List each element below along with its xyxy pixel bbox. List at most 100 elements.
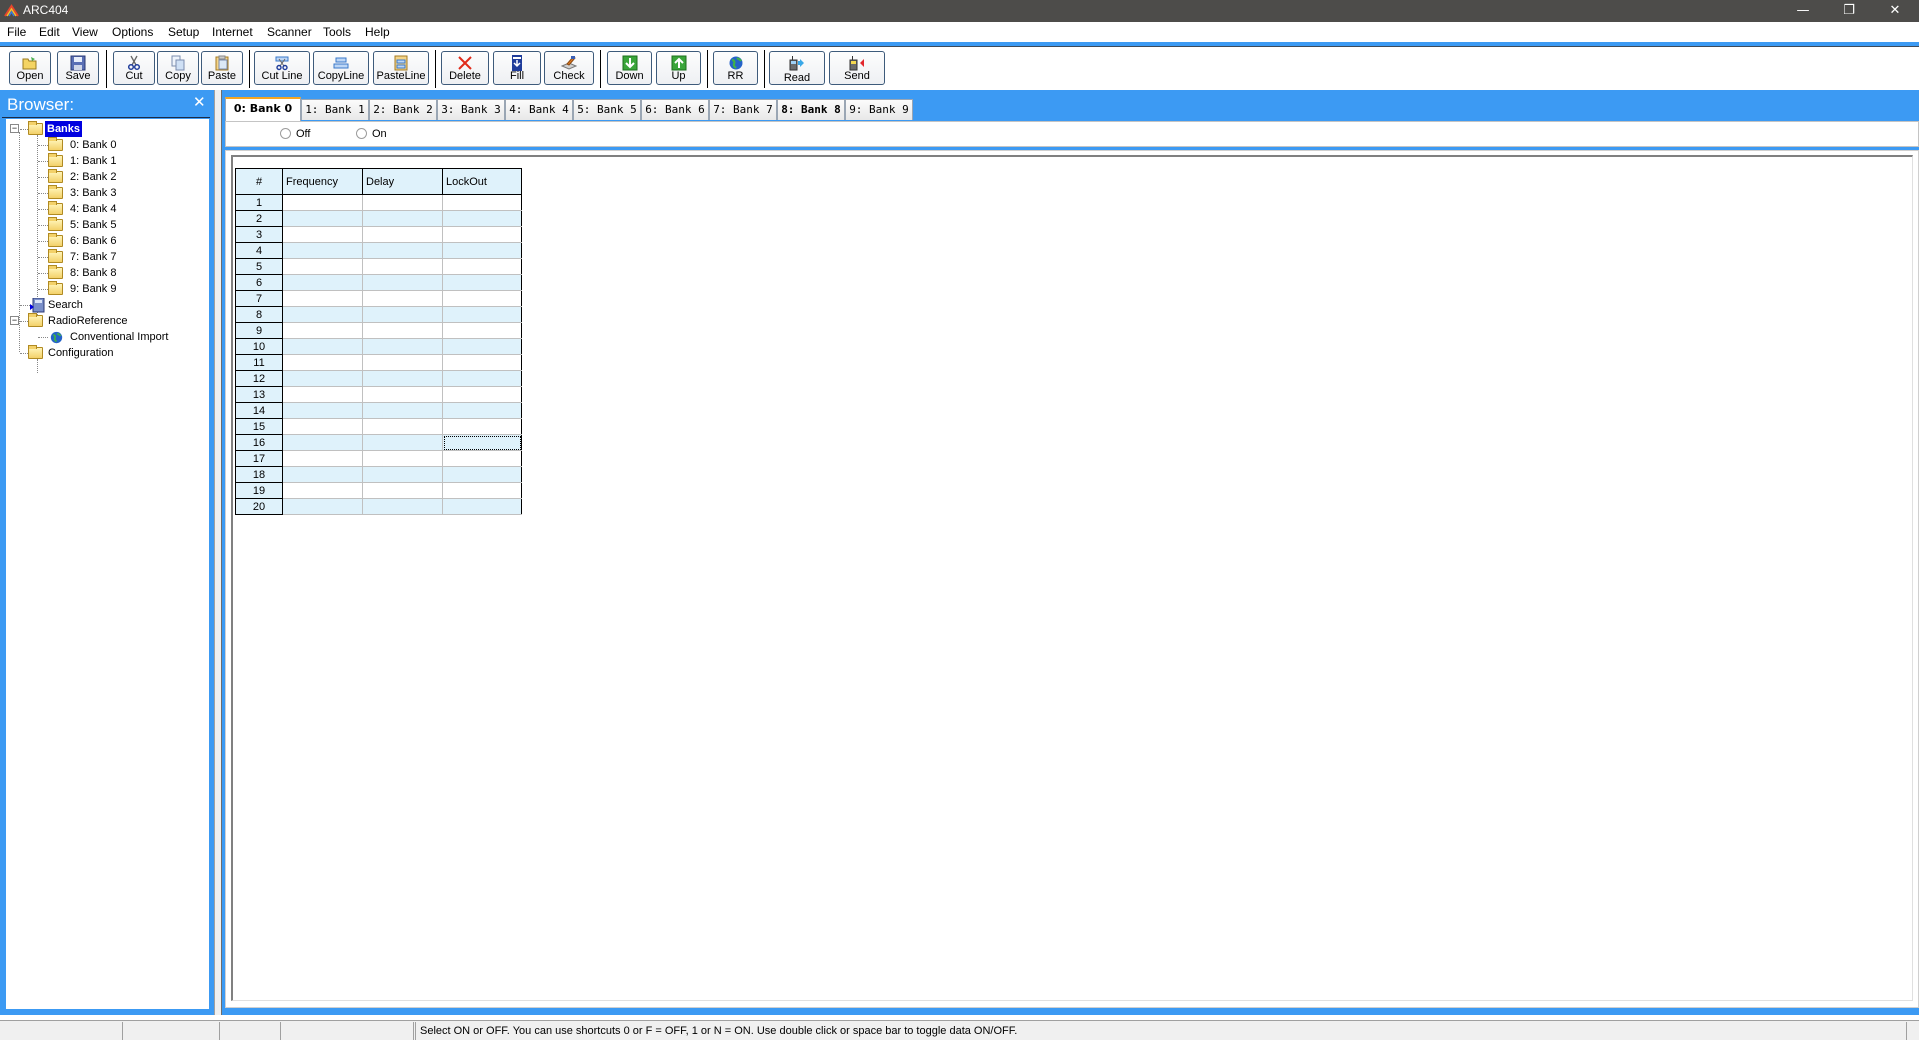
- cell-delay[interactable]: [362, 466, 443, 483]
- cell-delay[interactable]: [362, 290, 443, 307]
- browser-close-icon[interactable]: ✕: [193, 93, 206, 111]
- table-row[interactable]: 2: [235, 210, 522, 227]
- column-header-lockout[interactable]: LockOut: [442, 168, 522, 195]
- cell-lockout[interactable]: [442, 370, 522, 387]
- cell-lockout[interactable]: [442, 434, 522, 451]
- radio-off[interactable]: Off: [280, 128, 310, 140]
- cell-frequency[interactable]: [282, 370, 363, 387]
- cell-delay[interactable]: [362, 482, 443, 499]
- row-number[interactable]: 10: [235, 338, 283, 355]
- table-row[interactable]: 6: [235, 274, 522, 291]
- collapse-icon[interactable]: −: [10, 316, 19, 325]
- cell-lockout[interactable]: [442, 210, 522, 227]
- delete-button[interactable]: Delete: [441, 51, 489, 85]
- cell-frequency[interactable]: [282, 306, 363, 323]
- tab-bank-2[interactable]: 2: Bank 2: [369, 99, 437, 120]
- copy-line-button[interactable]: CopyLine: [313, 51, 369, 85]
- row-number[interactable]: 8: [235, 306, 283, 323]
- table-row[interactable]: 5: [235, 258, 522, 275]
- cell-frequency[interactable]: [282, 338, 363, 355]
- up-button[interactable]: Up: [656, 51, 701, 85]
- cell-delay[interactable]: [362, 450, 443, 467]
- cut-button[interactable]: Cut: [113, 51, 155, 85]
- cell-lockout[interactable]: [442, 274, 522, 291]
- tab-bank-1[interactable]: 1: Bank 1: [301, 99, 369, 120]
- menu-setup[interactable]: Setup: [168, 25, 199, 39]
- table-row[interactable]: 10: [235, 338, 522, 355]
- cell-delay[interactable]: [362, 498, 443, 515]
- row-number[interactable]: 13: [235, 386, 283, 403]
- table-row[interactable]: 9: [235, 322, 522, 339]
- rr-button[interactable]: RR: [713, 51, 758, 85]
- cell-lockout[interactable]: [442, 402, 522, 419]
- fill-button[interactable]: Fill: [493, 51, 541, 85]
- tab-bank-5[interactable]: 5: Bank 5: [573, 99, 641, 120]
- table-row[interactable]: 3: [235, 226, 522, 243]
- cell-frequency[interactable]: [282, 450, 363, 467]
- cell-delay[interactable]: [362, 226, 443, 243]
- cell-delay[interactable]: [362, 242, 443, 259]
- save-button[interactable]: Save: [57, 51, 99, 85]
- cell-lockout[interactable]: [442, 258, 522, 275]
- cell-frequency[interactable]: [282, 482, 363, 499]
- radio-on[interactable]: On: [356, 128, 387, 140]
- panel-splitter[interactable]: [214, 90, 222, 1015]
- cell-frequency[interactable]: [282, 210, 363, 227]
- cell-delay[interactable]: [362, 258, 443, 275]
- cell-lockout[interactable]: [442, 306, 522, 323]
- table-row[interactable]: 17: [235, 450, 522, 467]
- cell-delay[interactable]: [362, 402, 443, 419]
- row-number[interactable]: 14: [235, 402, 283, 419]
- menu-file[interactable]: File: [7, 25, 26, 39]
- close-button[interactable]: ✕: [1872, 0, 1918, 22]
- cell-delay[interactable]: [362, 322, 443, 339]
- cell-lockout[interactable]: [442, 290, 522, 307]
- cell-frequency[interactable]: [282, 194, 363, 211]
- row-number[interactable]: 7: [235, 290, 283, 307]
- menu-help[interactable]: Help: [365, 25, 390, 39]
- cell-delay[interactable]: [362, 354, 443, 371]
- menu-edit[interactable]: Edit: [39, 25, 60, 39]
- tab-bank-3[interactable]: 3: Bank 3: [437, 99, 505, 120]
- row-number[interactable]: 2: [235, 210, 283, 227]
- menu-scanner[interactable]: Scanner: [267, 25, 312, 39]
- down-button[interactable]: Down: [607, 51, 652, 85]
- cell-delay[interactable]: [362, 306, 443, 323]
- read-button[interactable]: Read: [769, 51, 825, 85]
- radio-on-circle[interactable]: [356, 128, 367, 139]
- minimize-button[interactable]: —: [1780, 0, 1826, 22]
- radio-off-circle[interactable]: [280, 128, 291, 139]
- row-number[interactable]: 6: [235, 274, 283, 291]
- cell-frequency[interactable]: [282, 466, 363, 483]
- tree-node-banks[interactable]: − Banks: [10, 121, 200, 137]
- row-number[interactable]: 20: [235, 498, 283, 515]
- table-row[interactable]: 1: [235, 194, 522, 211]
- tab-bank-8[interactable]: 8: Bank 8: [777, 99, 845, 120]
- row-number[interactable]: 1: [235, 194, 283, 211]
- menu-internet[interactable]: Internet: [212, 25, 253, 39]
- row-number[interactable]: 5: [235, 258, 283, 275]
- cell-lockout[interactable]: [442, 466, 522, 483]
- cell-lockout[interactable]: [442, 226, 522, 243]
- cell-frequency[interactable]: [282, 418, 363, 435]
- column-header-delay[interactable]: Delay: [362, 168, 443, 195]
- table-row[interactable]: 18: [235, 466, 522, 483]
- cell-delay[interactable]: [362, 386, 443, 403]
- table-row[interactable]: 8: [235, 306, 522, 323]
- cell-frequency[interactable]: [282, 274, 363, 291]
- cell-delay[interactable]: [362, 418, 443, 435]
- cut-line-button[interactable]: Cut Line: [254, 51, 310, 85]
- row-number[interactable]: 11: [235, 354, 283, 371]
- column-header-number[interactable]: #: [235, 168, 283, 195]
- cell-frequency[interactable]: [282, 386, 363, 403]
- cell-lockout[interactable]: [442, 418, 522, 435]
- row-number[interactable]: 12: [235, 370, 283, 387]
- row-number[interactable]: 17: [235, 450, 283, 467]
- table-row[interactable]: 11: [235, 354, 522, 371]
- cell-lockout[interactable]: [442, 322, 522, 339]
- tab-bank-4[interactable]: 4: Bank 4: [505, 99, 573, 120]
- cell-frequency[interactable]: [282, 242, 363, 259]
- maximize-button[interactable]: ❐: [1826, 0, 1872, 22]
- cell-lockout[interactable]: [442, 498, 522, 515]
- column-header-frequency[interactable]: Frequency: [282, 168, 363, 195]
